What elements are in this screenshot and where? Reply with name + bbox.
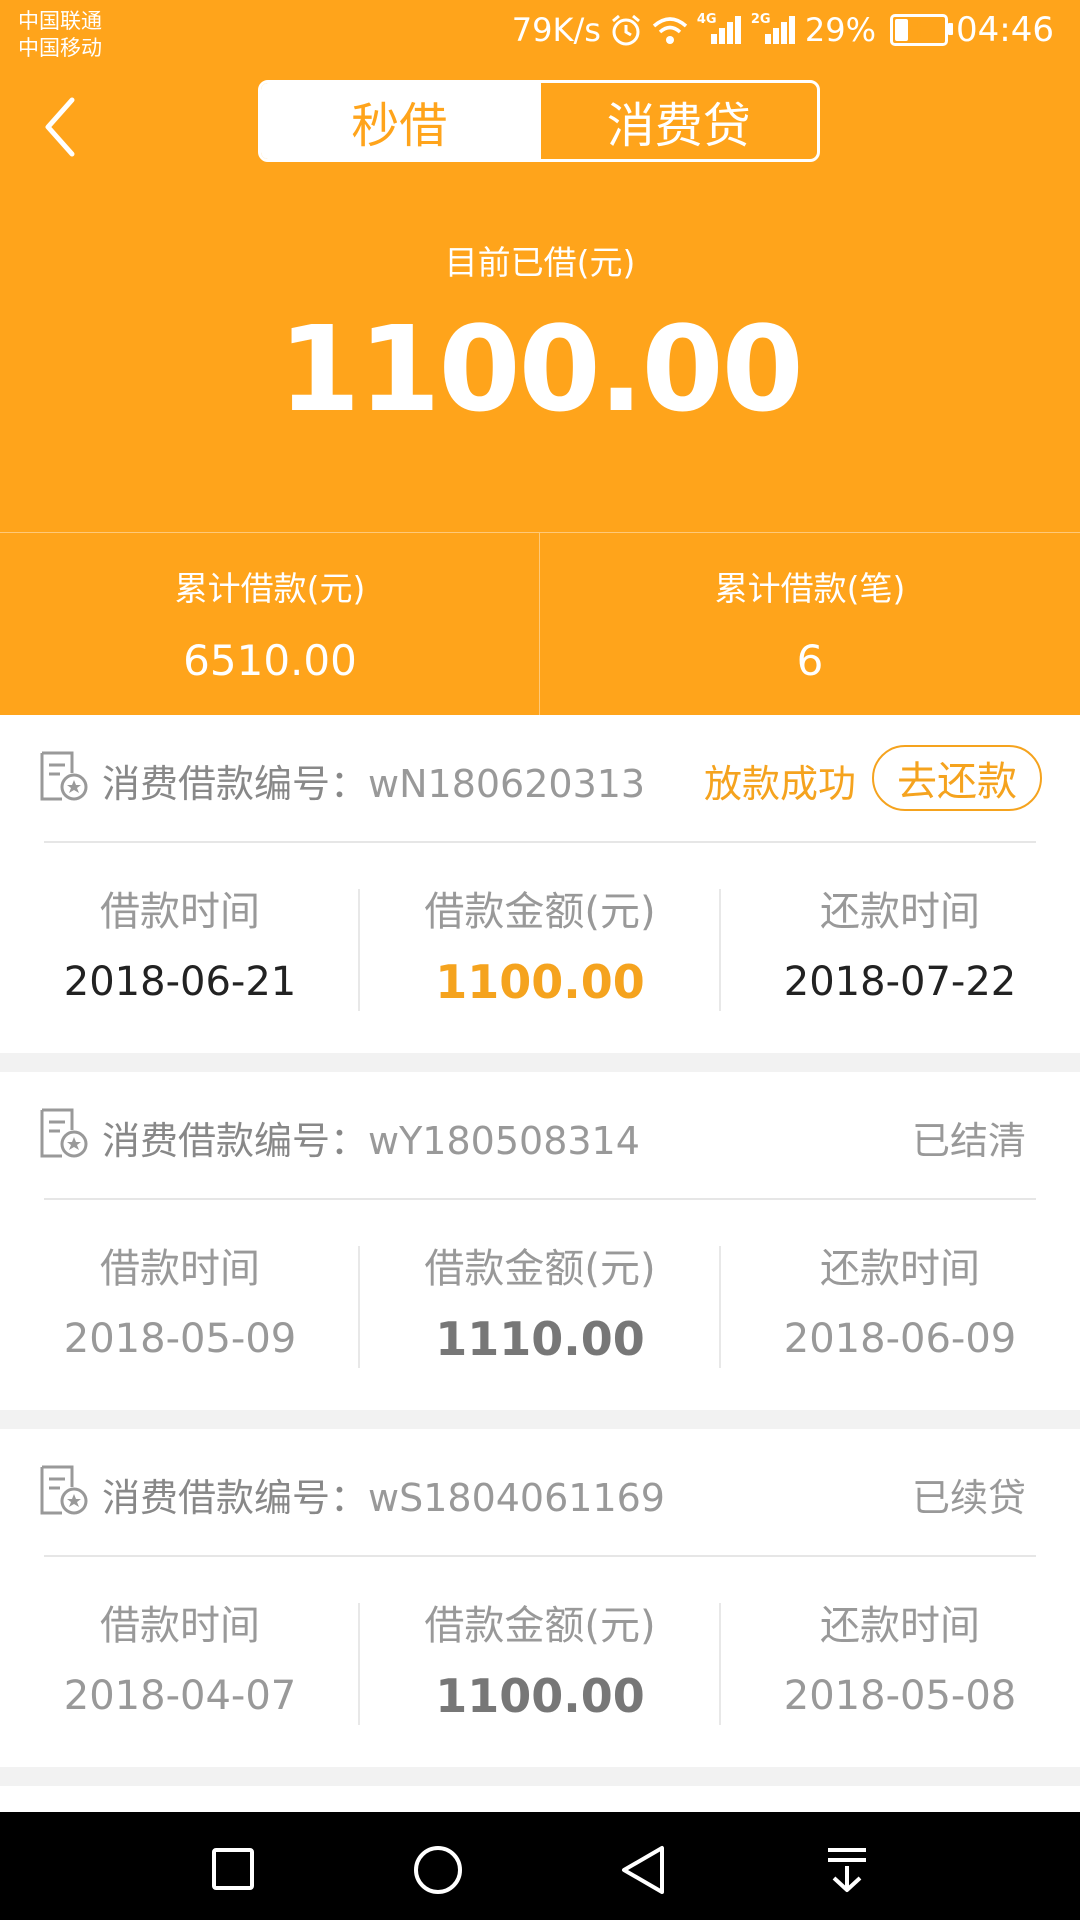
loan-document-icon <box>40 1465 88 1515</box>
notification-pull-down-icon[interactable] <box>824 1846 870 1894</box>
total-amount-stat: 累计借款(元) 6510.00 <box>0 562 540 685</box>
loan-number-value: wS1804061169 <box>368 1476 665 1520</box>
loan-details: 借款时间 2018-06-21 借款金额(元) 1100.00 还款时间 201… <box>0 843 1080 1053</box>
loan-number-value: wN180620313 <box>368 762 646 806</box>
recent-apps-icon[interactable] <box>210 1846 256 1892</box>
carrier-info: 中国联通 中国移动 <box>18 8 102 62</box>
borrow-time: 借款时间 2018-05-09 <box>0 1200 360 1410</box>
loan-amount: 借款金额(元) 1110.00 <box>360 1200 720 1410</box>
repay-button[interactable]: 去还款 <box>872 745 1042 811</box>
borrow-time: 借款时间 2018-06-21 <box>0 843 360 1053</box>
repay-time-label: 还款时间 <box>820 889 980 935</box>
current-borrowed-amount: 1100.00 <box>278 300 803 438</box>
repay-time: 还款时间 2018-06-09 <box>720 1200 1080 1410</box>
carrier-1: 中国联通 <box>18 9 102 33</box>
signal-2g-icon: 2G <box>751 12 797 48</box>
loan-number: 消费借款编号：wS1804061169 <box>102 1467 665 1522</box>
loan-amount: 借款金额(元) 1100.00 <box>360 843 720 1053</box>
alarm-icon <box>611 14 640 46</box>
borrow-time-value: 2018-04-07 <box>63 1673 297 1719</box>
network-type-1: 4G <box>696 12 717 27</box>
system-nav-bar <box>0 1812 1080 1920</box>
chevron-left-icon <box>45 97 75 157</box>
loan-details: 借款时间 2018-04-07 借款金额(元) 1100.00 还款时间 201… <box>0 1557 1080 1767</box>
borrow-time: 借款时间 2018-04-07 <box>0 1557 360 1767</box>
repay-time-value: 2018-07-22 <box>783 959 1017 1005</box>
loan-number-value: wY180508314 <box>368 1119 640 1163</box>
battery-percent: 29% <box>804 11 877 49</box>
loan-card-header: 消费借款编号：wS1804061169 已续贷 <box>0 1429 1080 1557</box>
loan-type-tabs: 秒借 消费贷 <box>258 80 820 162</box>
status-icons: 79K/s 4G 2G 29% + 04:46 <box>512 10 1054 50</box>
loan-card[interactable]: 消费借款编号：wN180620313 放款成功 去还款 借款时间 2018-06… <box>0 715 1080 1053</box>
loan-number: 消费借款编号：wY180508314 <box>102 1110 640 1165</box>
loan-number-label: 消费借款编号： <box>102 1476 369 1520</box>
carrier-2: 中国移动 <box>18 36 102 60</box>
back-nav-icon[interactable] <box>618 1844 668 1896</box>
total-amount-label: 累计借款(元) <box>174 569 366 608</box>
repay-time-label: 还款时间 <box>820 1246 980 1292</box>
borrow-time-value: 2018-05-09 <box>63 1316 297 1362</box>
back-button[interactable] <box>38 92 88 162</box>
repay-time-value: 2018-06-09 <box>783 1316 1017 1362</box>
clock: 04:46 <box>956 10 1054 50</box>
battery-icon: + <box>890 11 954 46</box>
loan-amount-value: 1100.00 <box>435 1669 645 1723</box>
borrow-time-value: 2018-06-21 <box>63 959 297 1005</box>
repay-time-label: 还款时间 <box>820 1603 980 1649</box>
loan-amount: 借款金额(元) 1100.00 <box>360 1557 720 1767</box>
borrow-time-label: 借款时间 <box>100 1603 260 1649</box>
total-count-stat: 累计借款(笔) 6 <box>540 562 1080 685</box>
loan-number: 消费借款编号：wN180620313 <box>102 753 645 808</box>
network-speed: 79K/s <box>511 11 601 49</box>
loan-card[interactable]: 消费借款编号：wS1804061169 已续贷 借款时间 2018-04-07 … <box>0 1429 1080 1767</box>
repay-time: 还款时间 2018-07-22 <box>720 843 1080 1053</box>
loan-number-label: 消费借款编号： <box>102 762 369 806</box>
loan-document-icon <box>40 751 88 801</box>
total-amount-value: 6510.00 <box>183 636 357 685</box>
tab-instant-loan[interactable]: 秒借 <box>261 83 538 159</box>
repay-time: 还款时间 2018-05-08 <box>720 1557 1080 1767</box>
borrow-time-label: 借款时间 <box>100 889 260 935</box>
loan-card-header: 消费借款编号：wN180620313 放款成功 去还款 <box>0 715 1080 843</box>
loan-status: 已结清 <box>911 1119 1026 1163</box>
loan-amount-label: 借款金额(元) <box>424 1246 656 1292</box>
status-bar: 中国联通 中国移动 79K/s 4G 2G 29% + 04:46 <box>0 0 1080 72</box>
loan-details: 借款时间 2018-05-09 借款金额(元) 1110.00 还款时间 201… <box>0 1200 1080 1410</box>
loan-amount-label: 借款金额(元) <box>424 1603 656 1649</box>
loan-amount-label: 借款金额(元) <box>424 889 656 935</box>
current-borrowed-label: 目前已借(元) <box>444 243 636 282</box>
loan-amount-value: 1110.00 <box>435 1312 645 1366</box>
loan-status: 已续贷 <box>911 1476 1026 1520</box>
loan-document-icon <box>40 1108 88 1158</box>
loan-number-label: 消费借款编号： <box>102 1119 369 1163</box>
network-type-2: 2G <box>750 12 771 27</box>
loan-card-partial[interactable] <box>0 1786 1080 1812</box>
summary-divider <box>0 532 1080 533</box>
loan-status: 放款成功 <box>703 762 856 806</box>
tab-consumer-loan[interactable]: 消费贷 <box>537 83 818 159</box>
wifi-icon <box>652 17 688 44</box>
total-count-value: 6 <box>796 636 824 685</box>
borrow-time-label: 借款时间 <box>100 1246 260 1292</box>
loan-card-header: 消费借款编号：wY180508314 已结清 <box>0 1072 1080 1200</box>
loan-card[interactable]: 消费借款编号：wY180508314 已结清 借款时间 2018-05-09 借… <box>0 1072 1080 1410</box>
total-count-label: 累计借款(笔) <box>714 569 906 608</box>
repay-time-value: 2018-05-08 <box>783 1673 1017 1719</box>
loan-amount-value: 1100.00 <box>435 955 645 1009</box>
home-icon[interactable] <box>412 1844 464 1896</box>
signal-4g-icon: 4G <box>697 12 743 48</box>
